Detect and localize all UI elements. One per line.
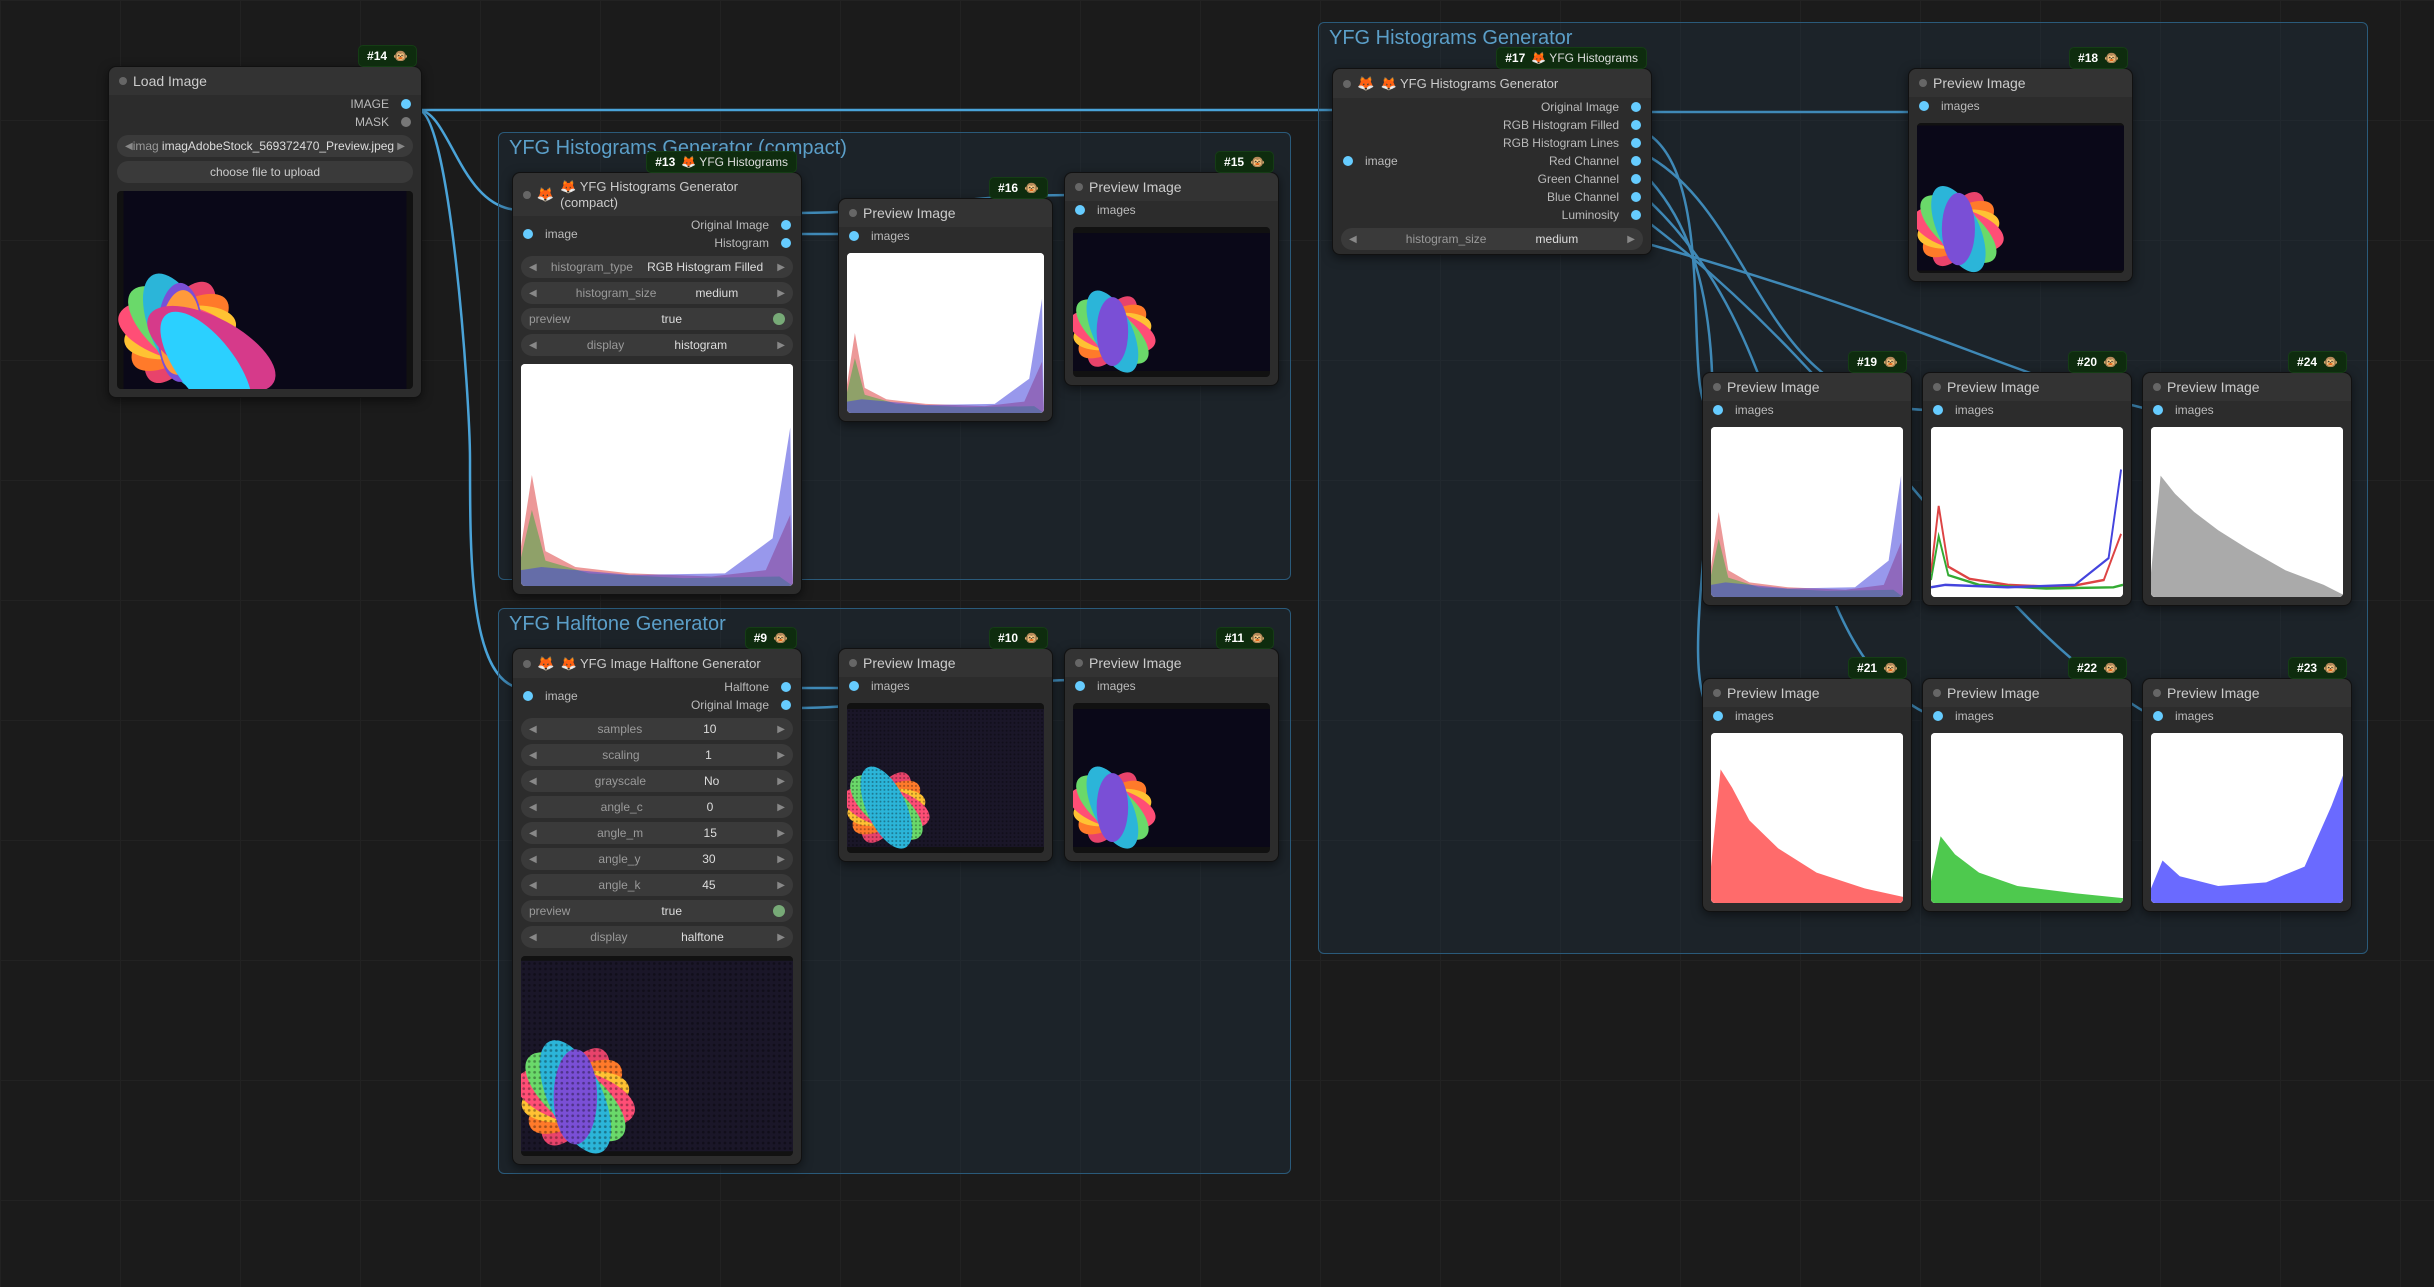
compact-widget-display[interactable]: ◀displayhistogram▶ [521,334,793,356]
fox-icon: 🦊 [537,186,554,203]
node-hist-gen[interactable]: #17🦊 YFG Histograms 🦊🦊 YFG Histograms Ge… [1332,68,1652,255]
halftone-widget-angle_y[interactable]: ◀angle_y30▶ [521,848,793,870]
input-image[interactable]: image [513,216,588,252]
node-preview-10[interactable]: #10🐵 Preview Image images [838,648,1053,862]
badge-10: #10🐵 [989,627,1048,649]
arrow-right-icon[interactable]: ▶ [777,854,785,865]
out-original[interactable]: Original Image [681,216,801,234]
halftone-preview [521,956,793,1156]
node-load-image-header[interactable]: Load Image [109,67,421,95]
arrow-left-icon[interactable]: ◀ [529,724,537,735]
arrow-left-icon[interactable]: ◀ [529,802,537,813]
badge-13: #13 🦊 YFG Histograms [646,151,797,173]
arrow-right-icon[interactable]: ▶ [777,288,785,299]
output-image[interactable]: IMAGE [109,95,421,113]
arrow-right-icon[interactable]: ▶ [777,776,785,787]
load-image-preview [117,191,413,389]
out-luminosity[interactable]: Luminosity [1493,206,1651,224]
arrow-left-icon[interactable]: ◀ [529,854,537,865]
halftone-widget-angle_k[interactable]: ◀angle_k45▶ [521,874,793,896]
compact-widget-histogram_size[interactable]: ◀histogram_sizemedium▶ [521,282,793,304]
arrow-right-icon[interactable]: ▶ [777,340,785,351]
file-selector[interactable]: ◀ imag imagAdobeStock_569372470_Preview.… [117,135,413,157]
arrow-left-icon[interactable]: ◀ [529,828,537,839]
node-preview-18[interactable]: #18🐵 Preview Image images [1908,68,2133,282]
halftone-widget-angle_m[interactable]: ◀angle_m15▶ [521,822,793,844]
arrow-left-icon[interactable]: ◀ [529,880,537,891]
arrow-right-icon[interactable]: ▶ [777,750,785,761]
node-load-image[interactable]: #14🐵 Load Image IMAGE MASK ◀ imag imagAd… [108,66,422,398]
node-preview-11[interactable]: #11🐵 Preview Image images [1064,648,1279,862]
hist-size-widget[interactable]: ◀ histogram_size medium ▶ [1341,228,1643,250]
toggle-ball[interactable] [773,905,785,917]
badge-17: #17🦊 YFG Histograms [1496,47,1647,69]
badge-9: #9🐵 [745,627,797,649]
arrow-left-icon[interactable]: ◀ [125,141,133,152]
arrow-right-icon[interactable]: ▶ [777,932,785,943]
out-original-image[interactable]: Original Image [1493,98,1651,116]
node-compact-header[interactable]: 🦊 🦊 YFG Histograms Generator (compact) [513,173,801,216]
node-compact-gen[interactable]: #13 🦊 YFG Histograms 🦊 🦊 YFG Histograms … [512,172,802,595]
node-preview-22[interactable]: #22🐵 Preview Image images [1922,678,2132,912]
canvas[interactable]: YFG Histograms Generator (compact) YFG H… [0,0,2434,1287]
halftone-widget-preview[interactable]: previewtrue [521,900,793,922]
compact-widget-histogram_type[interactable]: ◀histogram_typeRGB Histogram Filled▶ [521,256,793,278]
upload-button[interactable]: choose file to upload [117,161,413,183]
in-image[interactable]: image [513,678,588,714]
badge-14: #14🐵 [358,45,417,67]
compact-title: 🦊 YFG Histograms Generator (compact) [560,179,791,210]
halftone-widget-grayscale[interactable]: ◀grayscaleNo▶ [521,770,793,792]
in-images-15[interactable]: images [1065,201,1278,219]
compact-hist-preview [521,364,793,586]
fox-icon: 🦊 [537,655,554,672]
node-preview-15[interactable]: #15🐵 Preview Image images [1064,172,1279,386]
arrow-right-icon[interactable]: ▶ [777,724,785,735]
badge-15: #15🐵 [1215,151,1274,173]
halftone-widget-samples[interactable]: ◀samples10▶ [521,718,793,740]
badge-11: #11🐵 [1216,627,1274,649]
badge-16: #16🐵 [989,177,1048,199]
toggle-ball[interactable] [773,313,785,325]
out-histogram[interactable]: Histogram [681,234,801,252]
arrow-right-icon[interactable]: ▶ [777,802,785,813]
out-rgb-histogram-lines[interactable]: RGB Histogram Lines [1493,134,1651,152]
arrow-left-icon[interactable]: ◀ [529,288,537,299]
port-out-image[interactable] [401,99,411,109]
node-preview-19[interactable]: #19🐵 Preview Image images [1702,372,1912,606]
compact-widget-preview[interactable]: previewtrue [521,308,793,330]
out-rgb-histogram-filled[interactable]: RGB Histogram Filled [1493,116,1651,134]
arrow-left-icon[interactable]: ◀ [529,262,537,273]
in-images-16[interactable]: images [839,227,1052,245]
node-preview-23[interactable]: #23🐵 Preview Image images [2142,678,2352,912]
out-halftone[interactable]: Halftone [681,678,801,696]
fox-icon: 🦊 [1357,75,1374,92]
node-load-title: Load Image [133,73,207,89]
arrow-right-icon[interactable]: ▶ [777,262,785,273]
arrow-right-icon[interactable]: ▶ [777,828,785,839]
arrow-left-icon[interactable]: ◀ [529,932,537,943]
arrow-left-icon[interactable]: ◀ [529,776,537,787]
node-halftone-gen[interactable]: #9🐵 🦊🦊 YFG Image Halftone Generator imag… [512,648,802,1165]
node-preview-16[interactable]: #16🐵 Preview Image images [838,198,1053,422]
arrow-left-icon[interactable]: ◀ [529,750,537,761]
out-green-channel[interactable]: Green Channel [1493,170,1651,188]
arrow-left-icon[interactable]: ◀ [529,340,537,351]
node-preview-24[interactable]: #24🐵 Preview Image images [2142,372,2352,606]
halftone-widget-display[interactable]: ◀displayhalftone▶ [521,926,793,948]
output-mask[interactable]: MASK [109,113,421,131]
arrow-right-icon[interactable]: ▶ [777,880,785,891]
node-preview-21[interactable]: #21🐵 Preview Image images [1702,678,1912,912]
out-original[interactable]: Original Image [681,696,801,714]
node-preview-20[interactable]: #20🐵 Preview Image images [1922,372,2132,606]
out-red-channel[interactable]: Red Channel [1493,152,1651,170]
arrow-right-icon[interactable]: ▶ [397,141,405,152]
group-halftone-title: YFG Halftone Generator [509,613,726,636]
collapse-dot[interactable] [119,77,127,85]
out-blue-channel[interactable]: Blue Channel [1493,188,1651,206]
port-out-mask[interactable] [401,117,411,127]
halftone-widget-scaling[interactable]: ◀scaling1▶ [521,744,793,766]
halftone-widget-angle_c[interactable]: ◀angle_c0▶ [521,796,793,818]
flower-image [117,191,413,389]
